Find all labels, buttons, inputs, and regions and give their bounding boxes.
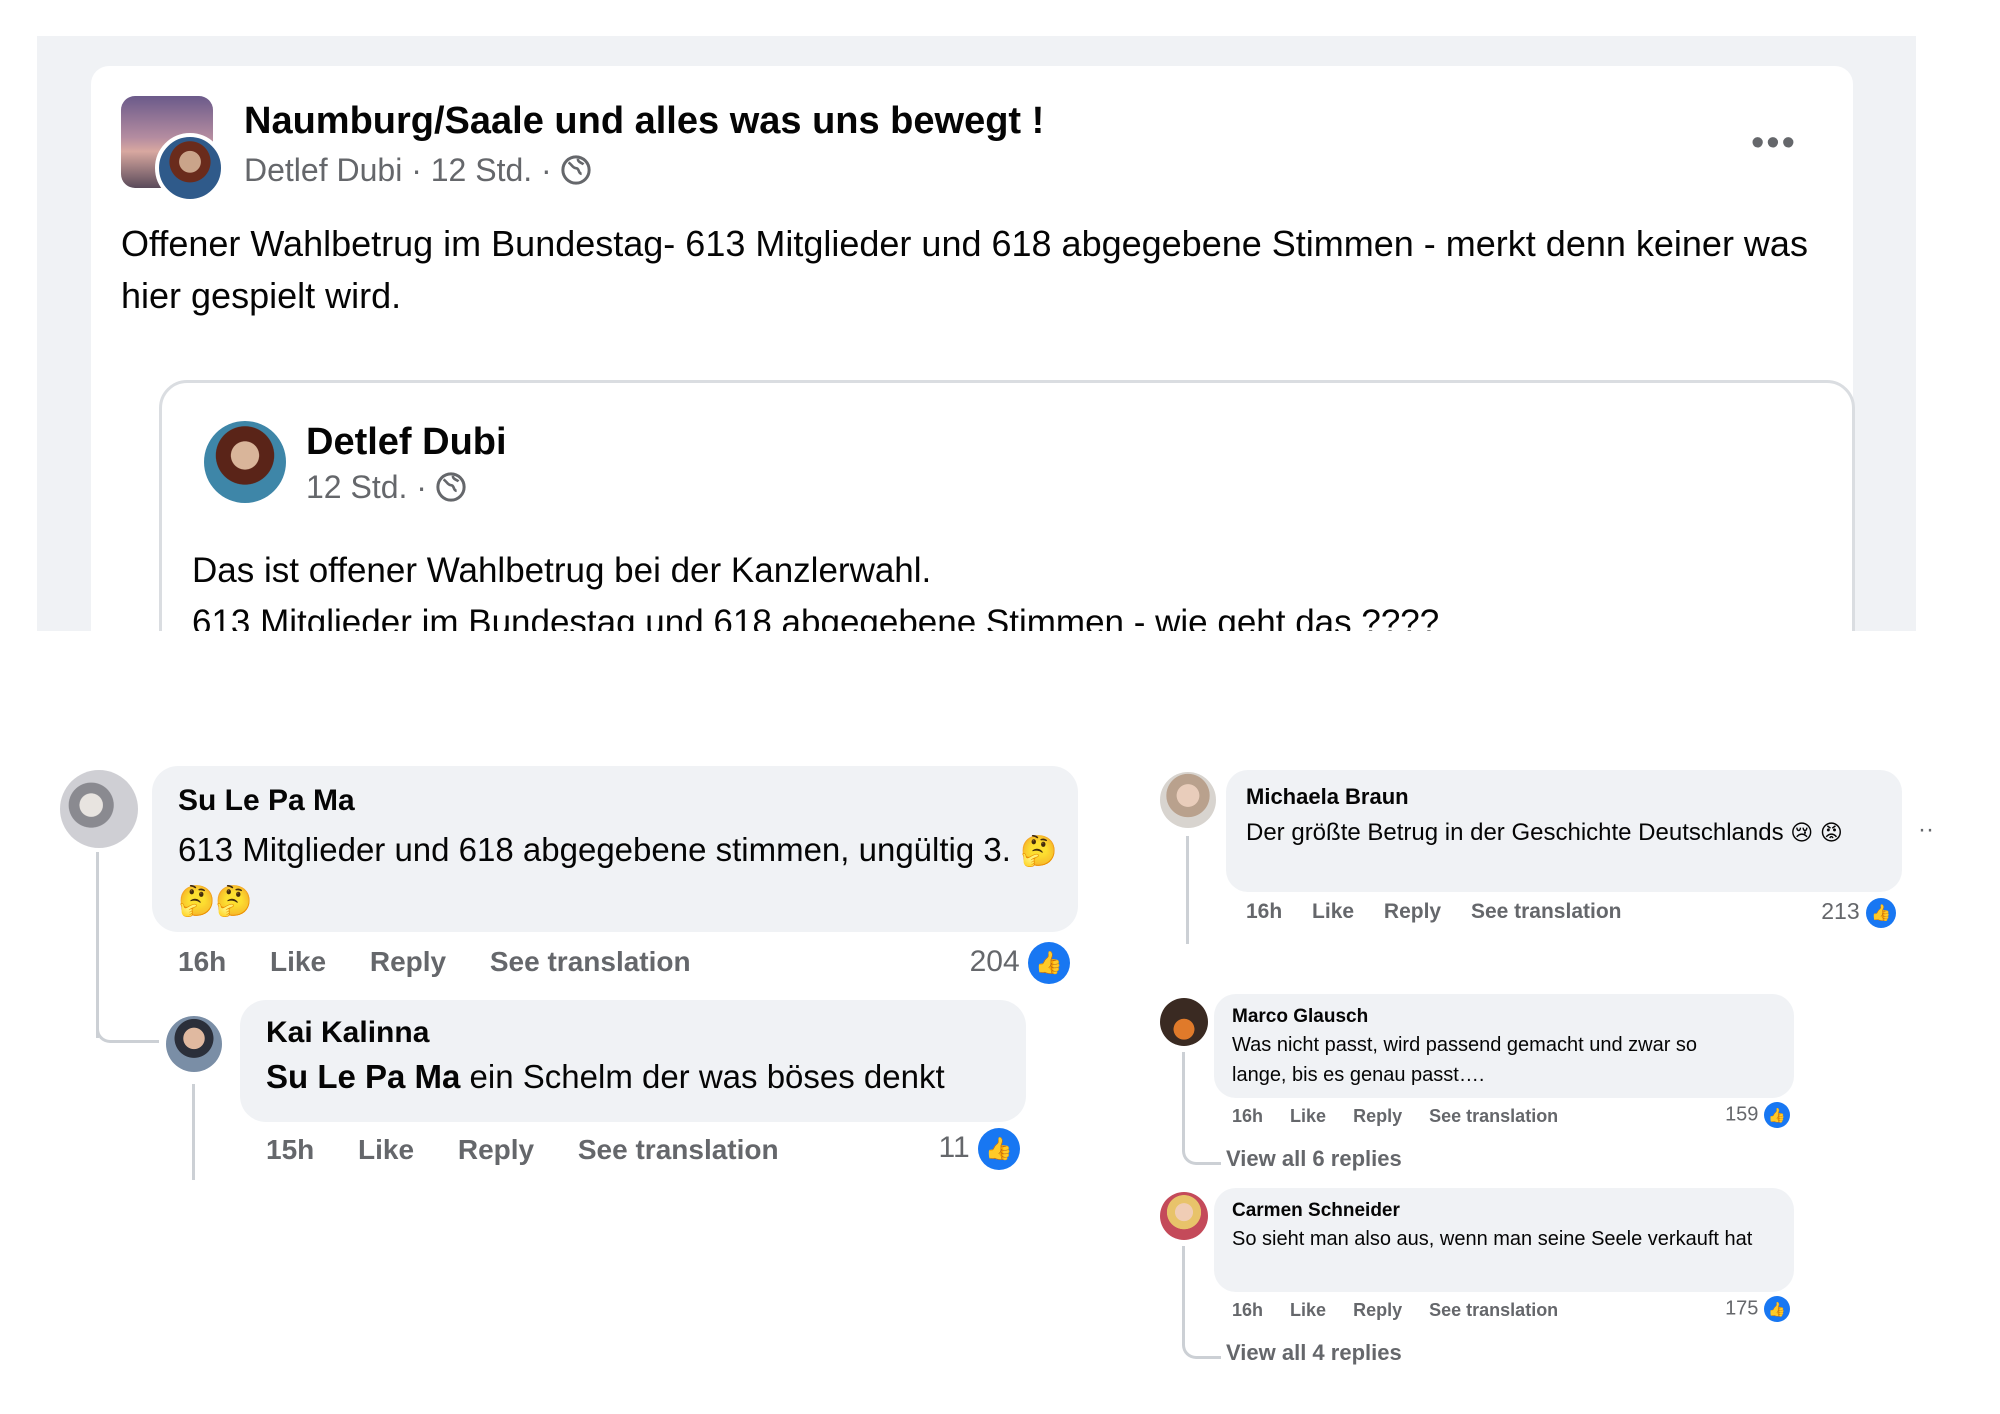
globe-icon: [560, 155, 591, 185]
comment-text-body: ein Schelm der was böses denkt: [460, 1058, 945, 1095]
thumbs-up-icon: 👍: [1866, 898, 1896, 928]
more-options-icon[interactable]: •••: [1751, 122, 1797, 165]
shared-meta-text: 12 Std. ·: [306, 469, 427, 505]
commenter-name[interactable]: Su Le Pa Ma: [178, 784, 355, 818]
commenter-name[interactable]: Marco Glausch: [1232, 1006, 1368, 1028]
thumbs-up-icon: 👍: [978, 1128, 1020, 1170]
reaction-count[interactable]: 213 👍: [1786, 898, 1896, 928]
commenter-avatar[interactable]: [1160, 998, 1208, 1046]
like-count: 175: [1725, 1297, 1759, 1320]
see-translation-link[interactable]: See translation: [1429, 1106, 1558, 1126]
thumbs-up-icon: 👍: [1764, 1102, 1790, 1128]
comment-actions: 16h Like Reply See translation: [1232, 1300, 1594, 1321]
comment-time[interactable]: 16h: [1246, 900, 1282, 923]
thumbs-up-icon: 👍: [1764, 1296, 1790, 1322]
comment-time[interactable]: 16h: [1232, 1300, 1263, 1320]
reply-button[interactable]: Reply: [1353, 1106, 1402, 1126]
comment-time[interactable]: 15h: [266, 1134, 314, 1165]
shared-text: Das ist offener Wahlbetrug bei der Kanzl…: [192, 545, 1812, 631]
comment-bubble: Carmen Schneider So sieht man also aus, …: [1214, 1188, 1794, 1292]
commenter-avatar[interactable]: [60, 770, 138, 848]
angry-emoji: 😡: [1819, 820, 1843, 845]
reply-button[interactable]: Reply: [1384, 900, 1441, 923]
reply-button[interactable]: Reply: [1353, 1300, 1402, 1320]
mention-link[interactable]: Su Le Pa Ma: [266, 1058, 460, 1095]
see-translation-link[interactable]: See translation: [578, 1134, 779, 1165]
author-avatar[interactable]: [155, 133, 225, 203]
see-translation-link[interactable]: See translation: [490, 946, 691, 977]
commenter-avatar[interactable]: [1160, 772, 1216, 828]
comment-actions: 16h Like Reply See translation: [1246, 900, 1658, 924]
post-screenshot: Naumburg/Saale und alles was uns bewegt …: [37, 36, 1916, 631]
like-button[interactable]: Like: [358, 1134, 414, 1165]
commenter-name[interactable]: Kai Kalinna: [266, 1016, 429, 1050]
like-button[interactable]: Like: [270, 946, 326, 977]
like-count: 213: [1821, 898, 1860, 925]
comment-actions: 16h Like Reply See translation: [178, 946, 727, 978]
comment-text-body: Der größte Betrug in der Geschichte Deut…: [1246, 819, 1784, 846]
comment-text: Der größte Betrug in der Geschichte Deut…: [1246, 814, 1886, 852]
thread-line: [1186, 836, 1189, 944]
commenter-avatar[interactable]: [166, 1016, 222, 1072]
commenter-avatar[interactable]: [1160, 1192, 1208, 1240]
comment-time[interactable]: 16h: [178, 946, 226, 977]
like-count: 159: [1725, 1103, 1759, 1126]
comment-text: Su Le Pa Ma ein Schelm der was böses den…: [266, 1058, 945, 1096]
thread-line: [192, 1084, 195, 1180]
reply-bubble: Kai Kalinna Su Le Pa Ma ein Schelm der w…: [240, 1000, 1026, 1122]
reply-button[interactable]: Reply: [458, 1134, 534, 1165]
comment-actions: 15h Like Reply See translation: [266, 1134, 815, 1166]
comment-text: 613 Mitglieder und 618 abgegebene stimme…: [178, 826, 1058, 926]
sad-emoji: 😢: [1790, 820, 1814, 845]
shared-author-avatar[interactable]: [204, 421, 286, 503]
view-replies-link[interactable]: View all 6 replies: [1226, 1146, 1402, 1172]
comment-bubble: Marco Glausch Was nicht passt, wird pass…: [1214, 994, 1794, 1098]
reaction-count[interactable]: 175 👍: [1690, 1296, 1790, 1322]
globe-icon: [436, 472, 466, 502]
comment-time[interactable]: 16h: [1232, 1106, 1263, 1126]
shared-post[interactable]: Detlef Dubi 12 Std. · Das ist offener Wa…: [159, 380, 1855, 631]
commenter-name[interactable]: Carmen Schneider: [1232, 1200, 1400, 1222]
shared-text-line-1: Das ist offener Wahlbetrug bei der Kanzl…: [192, 551, 932, 590]
shared-author-name[interactable]: Detlef Dubi: [306, 421, 507, 464]
comment-text: Was nicht passt, wird passend gemacht un…: [1232, 1034, 1698, 1086]
shared-text-line-2: 613 Mitglieder im Bundestag und 618 abge…: [192, 603, 1440, 631]
comment-text: So sieht man also aus, wenn man seine Se…: [1232, 1228, 1753, 1250]
comment-actions: 16h Like Reply See translation: [1232, 1106, 1594, 1127]
comment-bubble: Su Le Pa Ma 613 Mitglieder und 618 abgeg…: [152, 766, 1078, 932]
thread-connector: [96, 1000, 159, 1043]
see-translation-link[interactable]: See translation: [1471, 900, 1622, 923]
reaction-count[interactable]: 204 👍: [930, 942, 1070, 984]
comment-bubble: Michaela Braun Der größte Betrug in der …: [1226, 770, 1902, 892]
post-meta-text: Detlef Dubi · 12 Std. ·: [244, 152, 552, 188]
comment-options-icon[interactable]: ··: [1918, 816, 1934, 844]
commenter-name[interactable]: Michaela Braun: [1246, 784, 1409, 810]
reaction-count[interactable]: 159 👍: [1690, 1102, 1790, 1128]
like-count: 11: [938, 1130, 970, 1164]
group-name[interactable]: Naumburg/Saale und alles was uns bewegt …: [244, 100, 1044, 143]
post-text: Offener Wahlbetrug im Bundestag- 613 Mit…: [121, 223, 1808, 316]
thumbs-up-icon: 👍: [1028, 942, 1070, 984]
reaction-count[interactable]: 11 👍: [880, 1128, 1020, 1170]
post-card: Naumburg/Saale und alles was uns bewegt …: [91, 66, 1855, 631]
comment-text-body: 613 Mitglieder und 618 abgegebene stimme…: [178, 831, 1011, 868]
see-translation-link[interactable]: See translation: [1429, 1300, 1558, 1320]
reply-button[interactable]: Reply: [370, 946, 446, 977]
like-count: 204: [969, 944, 1020, 978]
view-replies-link[interactable]: View all 4 replies: [1226, 1340, 1402, 1366]
like-button[interactable]: Like: [1290, 1106, 1326, 1126]
post-meta: Detlef Dubi · 12 Std. ·: [244, 152, 591, 189]
shared-meta: 12 Std. ·: [306, 469, 466, 506]
like-button[interactable]: Like: [1290, 1300, 1326, 1320]
like-button[interactable]: Like: [1312, 900, 1354, 923]
